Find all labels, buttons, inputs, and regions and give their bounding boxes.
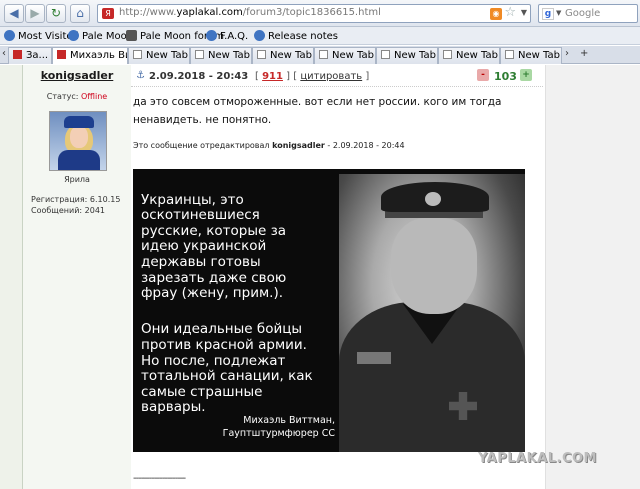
forward-button[interactable]: ▶ xyxy=(25,4,45,23)
post-date: 2.09.2018 - 20:43 xyxy=(149,71,249,82)
url-text: http://www.yaplakal.com/forum3/topic1836… xyxy=(119,7,381,18)
bookmark-faq[interactable]: F.A.Q. xyxy=(206,30,248,42)
most-visited-icon xyxy=(4,30,15,41)
tab-bar: ‹ За... Михаэль Витт... New Tab New Tab … xyxy=(0,46,640,64)
pale-moon-icon xyxy=(68,30,79,41)
officer-photo xyxy=(339,174,525,452)
bookmark-pale-moon[interactable]: Pale Moon xyxy=(68,30,133,42)
post-author-panel: konigsadler Статус: Offline Ярила Регист… xyxy=(23,65,131,489)
tab-scroll-left-icon[interactable]: ‹ xyxy=(2,48,6,59)
vote-down-button[interactable]: - xyxy=(477,69,489,81)
author-status: Статус: Offline xyxy=(46,92,108,101)
search-input[interactable]: Google xyxy=(565,8,600,19)
avatar-caption: Ярила xyxy=(64,175,90,184)
meme-image[interactable]: Украинцы, это оскотиневшиеся русские, ко… xyxy=(133,169,525,452)
tab-favicon xyxy=(505,50,514,59)
anchor-icon[interactable]: ⚓ xyxy=(136,70,145,81)
tab-favicon xyxy=(195,50,204,59)
tab-new-4[interactable]: New Tab xyxy=(314,47,376,64)
new-tab-icon[interactable]: + xyxy=(580,48,588,59)
tab-favicon xyxy=(13,50,22,59)
tab-1[interactable]: За... xyxy=(8,47,52,64)
bookmarks-toolbar: Most Visited Pale Moon Pale Moon forum F… xyxy=(0,27,640,45)
bookmark-star-icon[interactable]: ☆ xyxy=(504,5,516,20)
right-column xyxy=(545,65,640,489)
meme-quote: Украинцы, это оскотиневшиеся русские, ко… xyxy=(141,191,313,416)
forum-page: konigsadler Статус: Offline Ярила Регист… xyxy=(0,65,640,489)
tab-new-2[interactable]: New Tab xyxy=(190,47,252,64)
home-button[interactable]: ⌂ xyxy=(70,4,90,23)
vote-up-button[interactable]: + xyxy=(520,69,532,81)
post-content: ⚓ 2.09.2018 - 20:43 [ 911 ] [ цитировать… xyxy=(131,65,640,489)
tab-favicon xyxy=(257,50,266,59)
tab-new-7[interactable]: New Tab xyxy=(500,47,562,64)
author-name-link[interactable]: konigsadler xyxy=(23,69,131,82)
search-engine-dropdown-icon[interactable]: ▼ xyxy=(556,9,561,17)
url-dropdown-icon[interactable]: ▼ xyxy=(521,8,527,17)
site-favicon: Я xyxy=(102,8,114,19)
post-header: ⚓ 2.09.2018 - 20:43 [ 911 ] [ цитировать… xyxy=(131,65,543,87)
post-body-text: да это совсем отмороженные. вот если нет… xyxy=(133,96,502,126)
url-bar[interactable]: Я http://www.yaplakal.com/forum3/topic18… xyxy=(97,4,531,23)
tab-favicon xyxy=(133,50,142,59)
forum-icon xyxy=(126,30,137,41)
release-notes-icon xyxy=(254,30,265,41)
tab-favicon xyxy=(57,50,66,59)
tab-scroll-right-icon[interactable]: › xyxy=(565,48,569,59)
navigation-toolbar: ◀ ▶ ↻ ⌂ Я http://www.yaplakal.com/forum3… xyxy=(0,0,640,27)
tab-new-1[interactable]: New Tab xyxy=(128,47,190,64)
signature-divider: -------------------- xyxy=(133,473,186,484)
tab-favicon xyxy=(319,50,328,59)
message-count: Сообщений: 2041 xyxy=(31,206,105,215)
post-number-block: [ 911 ] [ цитировать ] xyxy=(255,71,370,82)
meme-signature: Михаэль Виттман, Гауптштурмфюрер СС xyxy=(222,415,335,439)
search-bar[interactable]: g ▼ Google xyxy=(538,4,638,23)
reload-button[interactable]: ↻ xyxy=(46,4,66,23)
back-button[interactable]: ◀ xyxy=(4,4,24,23)
google-icon[interactable]: g xyxy=(542,8,554,20)
tab-new-5[interactable]: New Tab xyxy=(376,47,438,64)
edited-note: Это сообщение отредактировал konigsadler… xyxy=(133,141,405,150)
tab-new-6[interactable]: New Tab xyxy=(438,47,500,64)
status-badge: Offline xyxy=(80,92,108,101)
tab-active[interactable]: Михаэль Витт... xyxy=(52,47,128,64)
post-rating: 103 xyxy=(494,70,517,83)
registration-date: Регистрация: 6.10.15 xyxy=(31,195,121,204)
avatar[interactable] xyxy=(49,111,107,171)
page-left-margin xyxy=(0,65,22,489)
faq-icon xyxy=(206,30,217,41)
tab-new-3[interactable]: New Tab xyxy=(252,47,314,64)
quote-link[interactable]: цитировать xyxy=(300,71,362,82)
tab-favicon xyxy=(381,50,390,59)
yaplakal-watermark: YAPLAKAL.COM xyxy=(478,451,597,466)
author-stats: Регистрация: 6.10.15 Сообщений: 2041 xyxy=(31,194,120,216)
tab-favicon xyxy=(443,50,452,59)
bookmark-release-notes[interactable]: Release notes xyxy=(254,30,338,42)
edited-user: konigsadler xyxy=(272,141,325,150)
rss-icon[interactable]: ◉ xyxy=(490,8,502,20)
post-number-link[interactable]: 911 xyxy=(262,71,283,82)
